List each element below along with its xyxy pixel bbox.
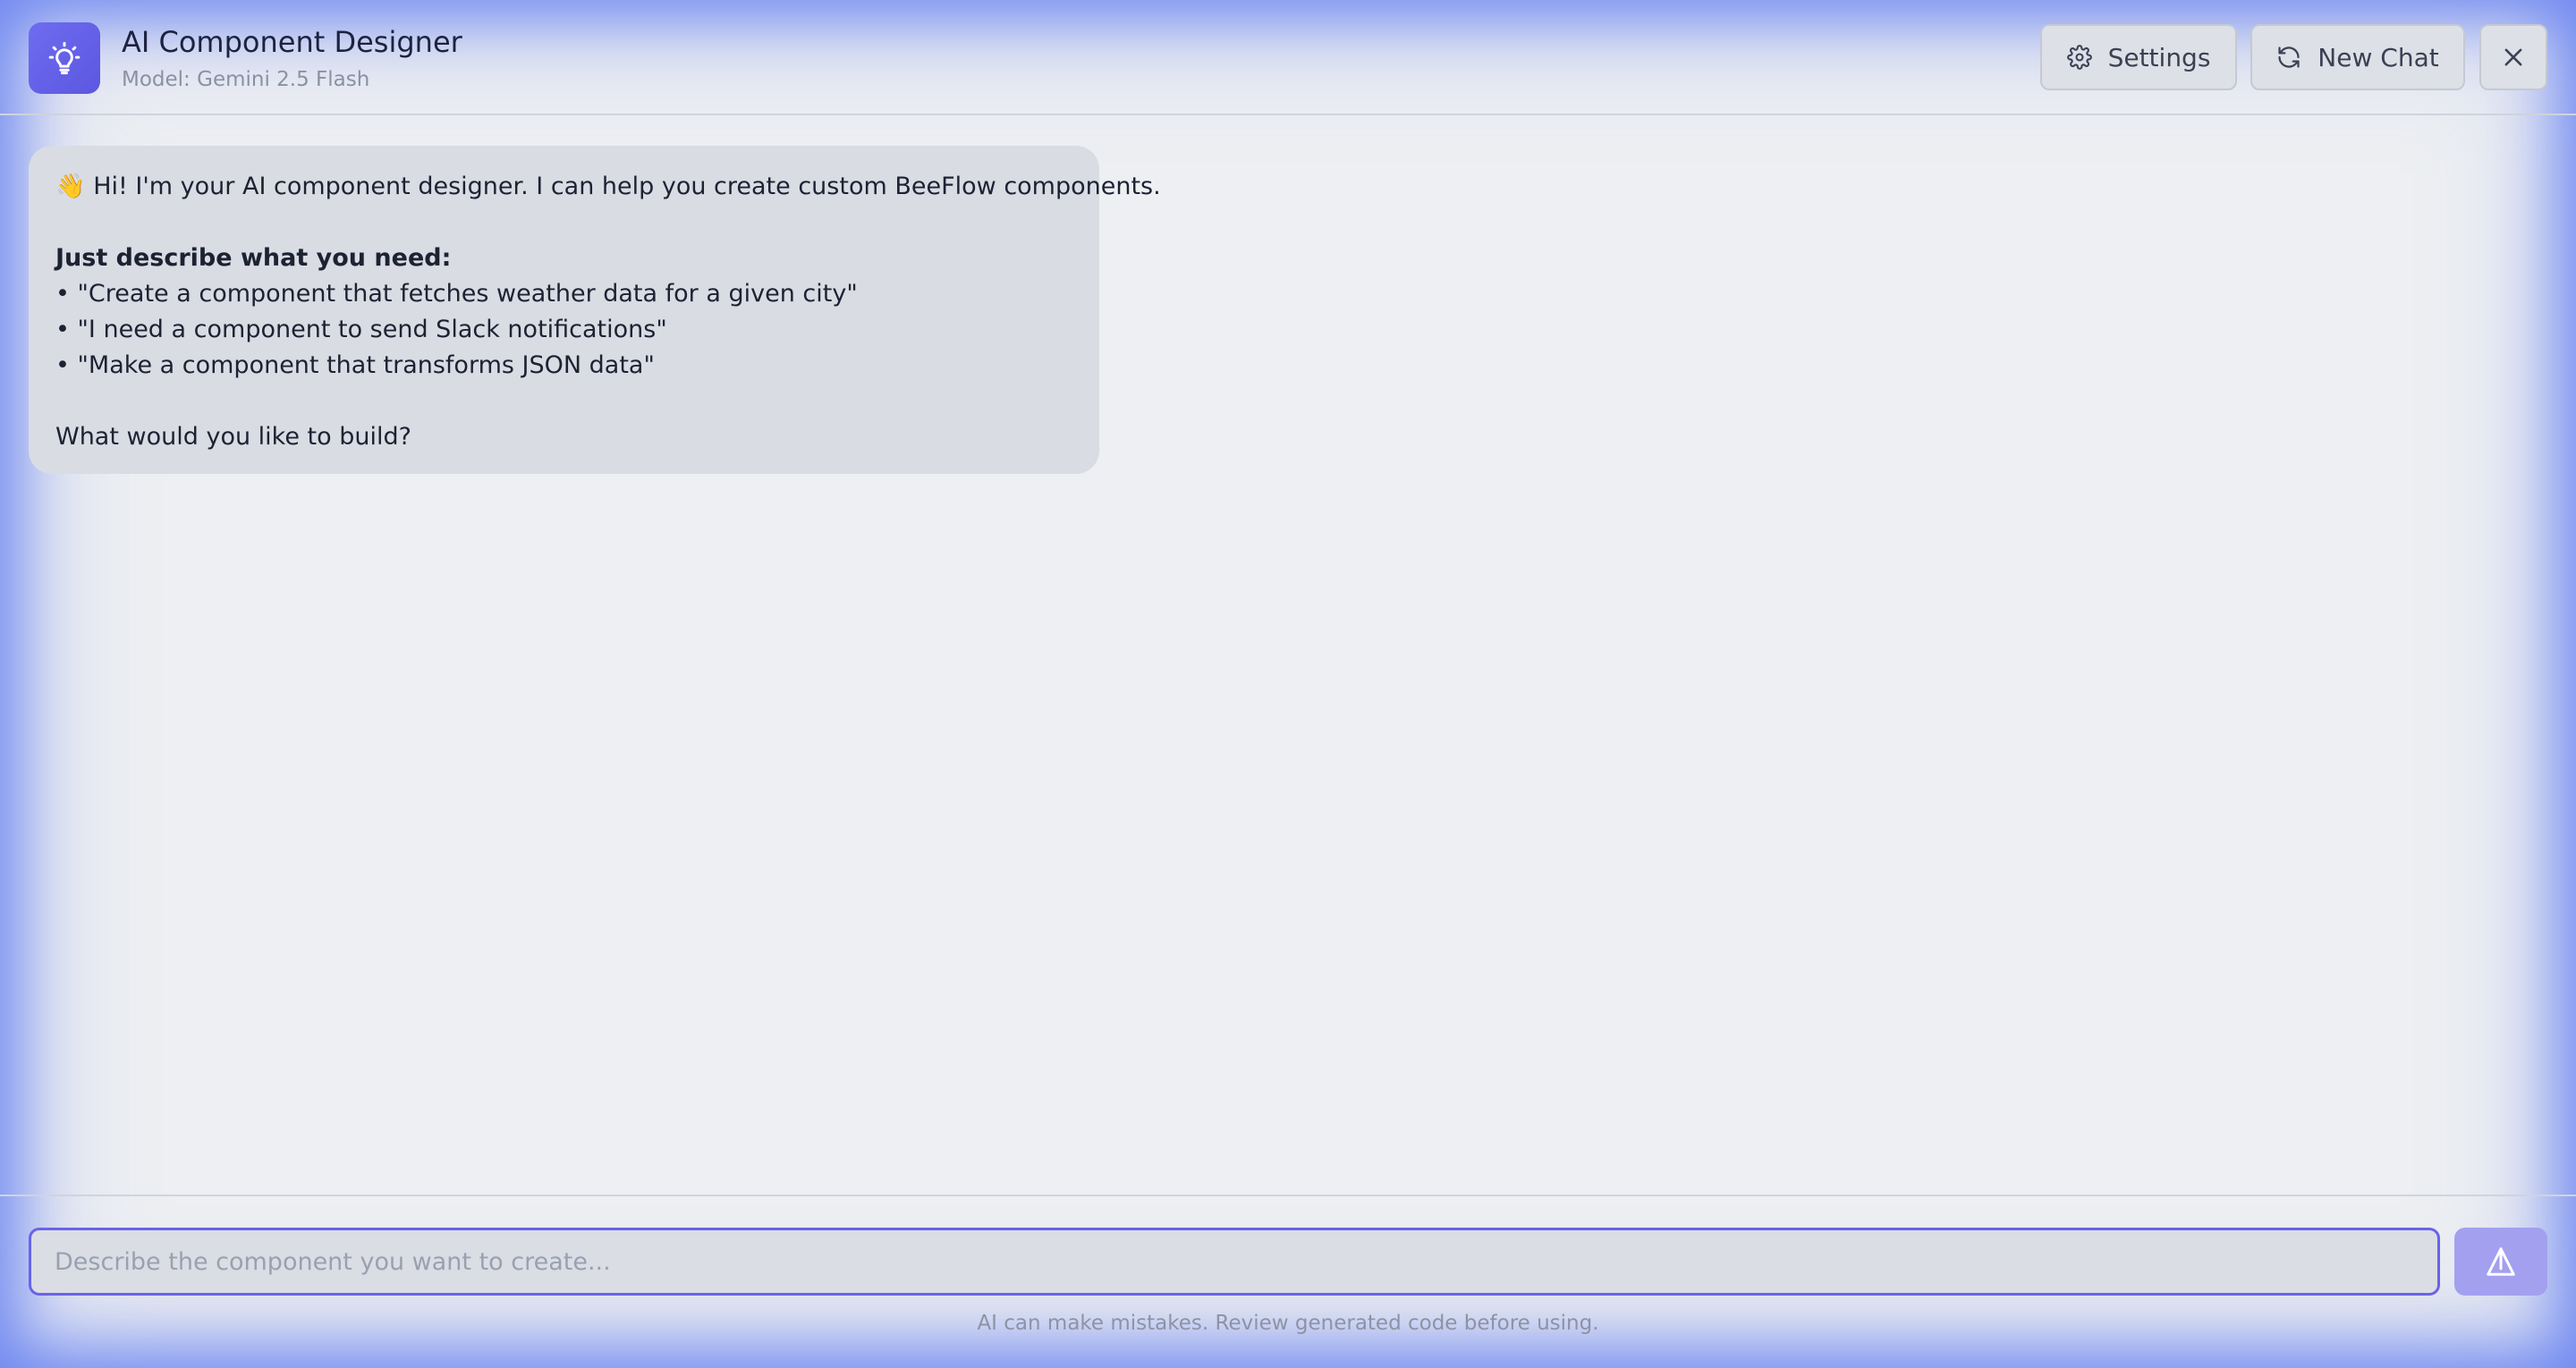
lightbulb-icon bbox=[48, 41, 80, 75]
instructions-heading: Just describe what you need: bbox=[55, 244, 452, 272]
header: AI Component Designer Model: Gemini 2.5 … bbox=[0, 0, 2576, 115]
gear-icon bbox=[2066, 45, 2092, 70]
model-label: Model: Gemini 2.5 Flash bbox=[122, 68, 370, 91]
settings-button[interactable]: Settings bbox=[2040, 24, 2237, 90]
assistant-message: 👋 Hi! I'm your AI component designer. I … bbox=[29, 146, 1161, 474]
question-text: What would you like to build? bbox=[55, 423, 411, 451]
example-item: • "Create a component that fetches weath… bbox=[55, 280, 858, 308]
example-item: • "I need a component to send Slack noti… bbox=[55, 316, 667, 343]
composer-divider bbox=[0, 1195, 2576, 1196]
send-icon bbox=[2487, 1247, 2515, 1276]
new-chat-label: New Chat bbox=[2318, 42, 2439, 72]
close-button[interactable] bbox=[2479, 24, 2547, 90]
app-title: AI Component Designer bbox=[122, 25, 462, 59]
example-item: • "Make a component that transforms JSON… bbox=[55, 351, 655, 379]
settings-label: Settings bbox=[2107, 42, 2211, 72]
disclaimer-text: AI can make mistakes. Review generated c… bbox=[977, 1312, 1599, 1335]
greeting-text: 👋 Hi! I'm your AI component designer. I … bbox=[55, 173, 1161, 200]
refresh-icon bbox=[2278, 46, 2300, 68]
send-button[interactable] bbox=[2454, 1228, 2547, 1296]
app-logo bbox=[29, 22, 100, 94]
prompt-input[interactable] bbox=[29, 1228, 2440, 1296]
close-icon bbox=[2504, 48, 2522, 66]
new-chat-button[interactable]: New Chat bbox=[2250, 24, 2465, 90]
app-window: AI Component Designer Model: Gemini 2.5 … bbox=[0, 0, 2576, 1368]
